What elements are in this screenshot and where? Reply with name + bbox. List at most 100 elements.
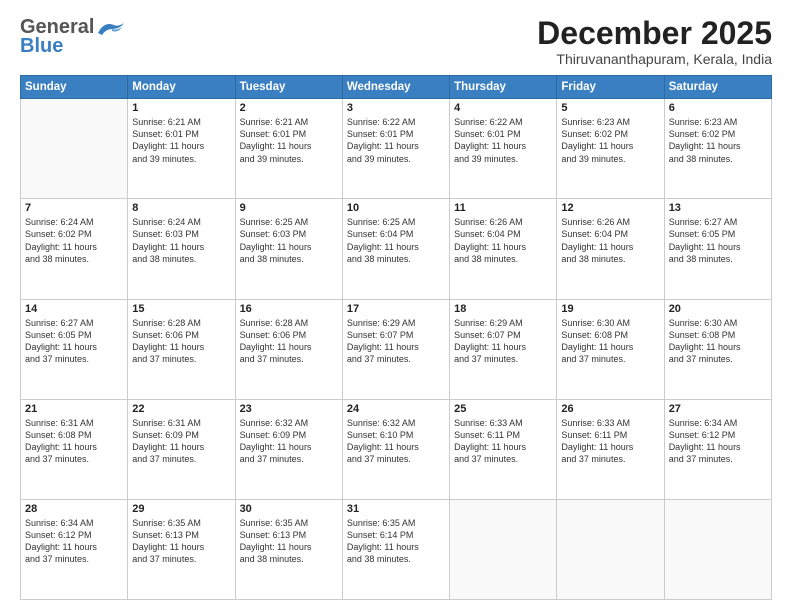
- calendar-cell: [664, 499, 771, 599]
- calendar-cell: 11 Sunrise: 6:26 AM Sunset: 6:04 PM Dayli…: [450, 199, 557, 299]
- day-info: Sunrise: 6:30 AM Sunset: 6:08 PM Dayligh…: [561, 317, 659, 366]
- calendar-cell: 6 Sunrise: 6:23 AM Sunset: 6:02 PM Daylig…: [664, 99, 771, 199]
- calendar-week-row: 21 Sunrise: 6:31 AM Sunset: 6:08 PM Dayli…: [21, 399, 772, 499]
- day-number: 30: [240, 503, 338, 515]
- weekday-header-thursday: Thursday: [450, 76, 557, 99]
- weekday-header-sunday: Sunday: [21, 76, 128, 99]
- day-number: 14: [25, 303, 123, 315]
- day-number: 22: [132, 403, 230, 415]
- calendar-cell: 25 Sunrise: 6:33 AM Sunset: 6:11 PM Dayli…: [450, 399, 557, 499]
- calendar-cell: 23 Sunrise: 6:32 AM Sunset: 6:09 PM Dayli…: [235, 399, 342, 499]
- day-info: Sunrise: 6:21 AM Sunset: 6:01 PM Dayligh…: [132, 116, 230, 165]
- day-number: 12: [561, 202, 659, 214]
- day-number: 10: [347, 202, 445, 214]
- day-number: 29: [132, 503, 230, 515]
- weekday-header-friday: Friday: [557, 76, 664, 99]
- weekday-header-row: SundayMondayTuesdayWednesdayThursdayFrid…: [21, 76, 772, 99]
- day-number: 28: [25, 503, 123, 515]
- calendar-cell: 1 Sunrise: 6:21 AM Sunset: 6:01 PM Daylig…: [128, 99, 235, 199]
- header: General Blue December 2025 Thiruvanantha…: [20, 16, 772, 67]
- calendar-cell: 19Sunrise: 6:30 AM Sunset: 6:08 PM Dayli…: [557, 299, 664, 399]
- day-info: Sunrise: 6:23 AM Sunset: 6:02 PM Dayligh…: [561, 116, 659, 165]
- calendar-cell: 5 Sunrise: 6:23 AM Sunset: 6:02 PM Daylig…: [557, 99, 664, 199]
- calendar-week-row: 28Sunrise: 6:34 AM Sunset: 6:12 PM Dayli…: [21, 499, 772, 599]
- calendar-cell: 14Sunrise: 6:27 AM Sunset: 6:05 PM Dayli…: [21, 299, 128, 399]
- day-number: 5: [561, 102, 659, 114]
- day-info: Sunrise: 6:28 AM Sunset: 6:06 PM Dayligh…: [240, 317, 338, 366]
- day-info: Sunrise: 6:34 AM Sunset: 6:12 PM Dayligh…: [669, 417, 767, 466]
- calendar-cell: 24 Sunrise: 6:32 AM Sunset: 6:10 PM Dayli…: [342, 399, 449, 499]
- day-number: 24: [347, 403, 445, 415]
- calendar-cell: 31 Sunrise: 6:35 AM Sunset: 6:14 PM Dayli…: [342, 499, 449, 599]
- calendar-cell: 12Sunrise: 6:26 AM Sunset: 6:04 PM Dayli…: [557, 199, 664, 299]
- day-info: Sunrise: 6:22 AM Sunset: 6:01 PM Dayligh…: [347, 116, 445, 165]
- day-number: 17: [347, 303, 445, 315]
- page: General Blue December 2025 Thiruvanantha…: [0, 0, 792, 612]
- day-number: 7: [25, 202, 123, 214]
- day-info: Sunrise: 6:31 AM Sunset: 6:09 PM Dayligh…: [132, 417, 230, 466]
- day-info: Sunrise: 6:25 AM Sunset: 6:04 PM Dayligh…: [347, 216, 445, 265]
- calendar-cell: 16 Sunrise: 6:28 AM Sunset: 6:06 PM Dayli…: [235, 299, 342, 399]
- day-info: Sunrise: 6:23 AM Sunset: 6:02 PM Dayligh…: [669, 116, 767, 165]
- calendar-cell: 4Sunrise: 6:22 AM Sunset: 6:01 PM Daylig…: [450, 99, 557, 199]
- calendar-cell: 30 Sunrise: 6:35 AM Sunset: 6:13 PM Dayli…: [235, 499, 342, 599]
- calendar-cell: [450, 499, 557, 599]
- day-info: Sunrise: 6:33 AM Sunset: 6:11 PM Dayligh…: [454, 417, 552, 466]
- day-number: 1: [132, 102, 230, 114]
- calendar-cell: 26 Sunrise: 6:33 AM Sunset: 6:11 PM Dayli…: [557, 399, 664, 499]
- calendar-cell: 17Sunrise: 6:29 AM Sunset: 6:07 PM Dayli…: [342, 299, 449, 399]
- day-number: 21: [25, 403, 123, 415]
- calendar-cell: 3Sunrise: 6:22 AM Sunset: 6:01 PM Daylig…: [342, 99, 449, 199]
- day-info: Sunrise: 6:26 AM Sunset: 6:04 PM Dayligh…: [454, 216, 552, 265]
- calendar-cell: 21 Sunrise: 6:31 AM Sunset: 6:08 PM Dayli…: [21, 399, 128, 499]
- location: Thiruvananthapuram, Kerala, India: [537, 51, 772, 67]
- logo-blue: Blue: [20, 35, 63, 58]
- day-number: 11: [454, 202, 552, 214]
- calendar-week-row: 1 Sunrise: 6:21 AM Sunset: 6:01 PM Daylig…: [21, 99, 772, 199]
- calendar-table: SundayMondayTuesdayWednesdayThursdayFrid…: [20, 75, 772, 600]
- day-number: 23: [240, 403, 338, 415]
- calendar-week-row: 7 Sunrise: 6:24 AM Sunset: 6:02 PM Daylig…: [21, 199, 772, 299]
- calendar-cell: 15 Sunrise: 6:28 AM Sunset: 6:06 PM Dayli…: [128, 299, 235, 399]
- calendar-cell: 29Sunrise: 6:35 AM Sunset: 6:13 PM Dayli…: [128, 499, 235, 599]
- weekday-header-tuesday: Tuesday: [235, 76, 342, 99]
- day-number: 31: [347, 503, 445, 515]
- weekday-header-monday: Monday: [128, 76, 235, 99]
- day-number: 26: [561, 403, 659, 415]
- day-info: Sunrise: 6:33 AM Sunset: 6:11 PM Dayligh…: [561, 417, 659, 466]
- logo-bird-icon: [96, 19, 126, 37]
- day-info: Sunrise: 6:22 AM Sunset: 6:01 PM Dayligh…: [454, 116, 552, 165]
- calendar-cell: 18 Sunrise: 6:29 AM Sunset: 6:07 PM Dayli…: [450, 299, 557, 399]
- day-info: Sunrise: 6:29 AM Sunset: 6:07 PM Dayligh…: [454, 317, 552, 366]
- calendar-cell: 9 Sunrise: 6:25 AM Sunset: 6:03 PM Daylig…: [235, 199, 342, 299]
- day-info: Sunrise: 6:25 AM Sunset: 6:03 PM Dayligh…: [240, 216, 338, 265]
- day-number: 13: [669, 202, 767, 214]
- calendar-week-row: 14Sunrise: 6:27 AM Sunset: 6:05 PM Dayli…: [21, 299, 772, 399]
- day-number: 9: [240, 202, 338, 214]
- day-number: 8: [132, 202, 230, 214]
- calendar-cell: [21, 99, 128, 199]
- day-number: 15: [132, 303, 230, 315]
- day-info: Sunrise: 6:32 AM Sunset: 6:09 PM Dayligh…: [240, 417, 338, 466]
- calendar-cell: 2 Sunrise: 6:21 AM Sunset: 6:01 PM Daylig…: [235, 99, 342, 199]
- month-title: December 2025: [537, 16, 772, 51]
- weekday-header-saturday: Saturday: [664, 76, 771, 99]
- day-info: Sunrise: 6:28 AM Sunset: 6:06 PM Dayligh…: [132, 317, 230, 366]
- day-info: Sunrise: 6:21 AM Sunset: 6:01 PM Dayligh…: [240, 116, 338, 165]
- calendar-cell: 7 Sunrise: 6:24 AM Sunset: 6:02 PM Daylig…: [21, 199, 128, 299]
- day-number: 16: [240, 303, 338, 315]
- day-info: Sunrise: 6:31 AM Sunset: 6:08 PM Dayligh…: [25, 417, 123, 466]
- day-info: Sunrise: 6:35 AM Sunset: 6:14 PM Dayligh…: [347, 517, 445, 566]
- day-number: 25: [454, 403, 552, 415]
- title-section: December 2025 Thiruvananthapuram, Kerala…: [537, 16, 772, 67]
- calendar-cell: [557, 499, 664, 599]
- day-number: 27: [669, 403, 767, 415]
- day-number: 6: [669, 102, 767, 114]
- day-number: 18: [454, 303, 552, 315]
- weekday-header-wednesday: Wednesday: [342, 76, 449, 99]
- day-info: Sunrise: 6:35 AM Sunset: 6:13 PM Dayligh…: [240, 517, 338, 566]
- day-info: Sunrise: 6:32 AM Sunset: 6:10 PM Dayligh…: [347, 417, 445, 466]
- day-info: Sunrise: 6:30 AM Sunset: 6:08 PM Dayligh…: [669, 317, 767, 366]
- day-info: Sunrise: 6:24 AM Sunset: 6:02 PM Dayligh…: [25, 216, 123, 265]
- day-number: 2: [240, 102, 338, 114]
